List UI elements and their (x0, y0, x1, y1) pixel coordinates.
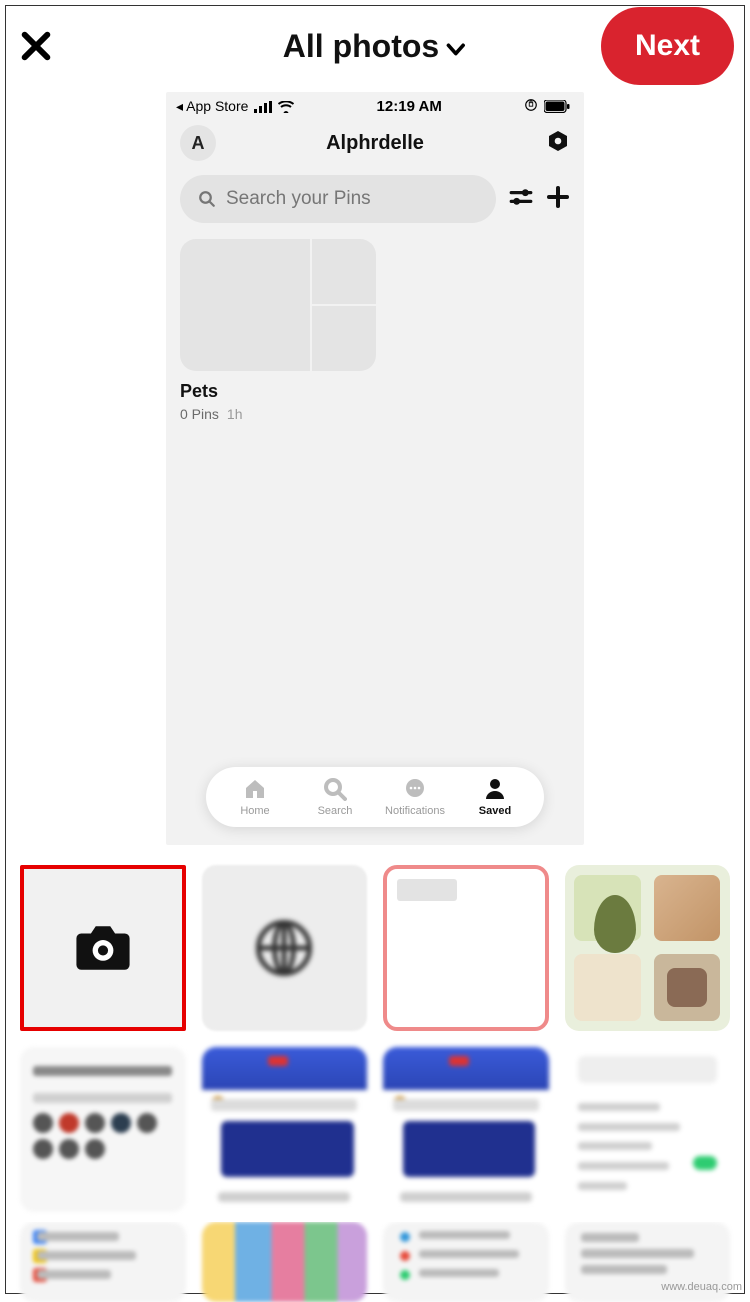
back-to-app: App Store (176, 98, 248, 115)
board-meta: 0 Pins1h (180, 406, 570, 422)
home-icon (243, 777, 267, 801)
bottom-tab-bar: Home Search Notifications Saved (206, 767, 544, 827)
camera-tile[interactable] (20, 865, 186, 1031)
photo-tile[interactable] (202, 1047, 368, 1213)
next-button-label: Next (635, 29, 700, 62)
preview-image: App Store 12:19 AM A Alphrdelle Search y… (166, 92, 584, 845)
watermark: www.deuaq.com (661, 1281, 742, 1293)
board-name: Pets (180, 381, 570, 402)
chevron-down-icon (445, 38, 467, 60)
photo-tile[interactable] (565, 865, 731, 1031)
tab-home: Home (224, 777, 286, 817)
search-placeholder: Search your Pins (226, 188, 371, 210)
photo-tile[interactable] (383, 1222, 549, 1302)
next-button[interactable]: Next (601, 7, 734, 85)
tab-notifications: Notifications (384, 777, 446, 817)
photo-tile[interactable] (202, 1222, 368, 1302)
status-bar: App Store 12:19 AM (166, 92, 584, 119)
search-tab-icon (323, 777, 347, 801)
tab-search: Search (304, 777, 366, 817)
photo-tile[interactable] (383, 1047, 549, 1213)
close-button[interactable] (16, 26, 56, 66)
wifi-icon (278, 101, 294, 113)
close-icon (19, 29, 53, 63)
photo-tile[interactable] (565, 1047, 731, 1213)
battery-icon (544, 100, 570, 113)
filter-button (508, 184, 534, 215)
camera-icon (74, 919, 132, 977)
plus-icon (546, 185, 570, 209)
orientation-lock-icon (524, 98, 538, 115)
tab-saved: Saved (464, 777, 526, 817)
clock: 12:19 AM (377, 98, 442, 115)
photo-tile[interactable] (20, 1222, 186, 1302)
signal-icon (254, 101, 272, 113)
settings-button (546, 129, 570, 158)
add-button (546, 185, 570, 214)
globe-icon (256, 920, 312, 976)
search-input: Search your Pins (180, 175, 496, 223)
website-tile[interactable] (202, 865, 368, 1031)
chat-icon (403, 777, 427, 801)
search-icon (198, 190, 216, 208)
photo-tile[interactable] (383, 865, 549, 1031)
board-card: Pets 0 Pins1h (180, 239, 570, 422)
filter-icon (508, 184, 534, 210)
album-title: All photos (283, 28, 439, 65)
board-cover (180, 239, 376, 371)
album-selector[interactable]: All photos (283, 28, 467, 65)
profile-username: Alphrdelle (326, 132, 424, 155)
settings-hex-icon (546, 129, 570, 153)
avatar: A (180, 125, 216, 161)
person-icon (483, 777, 507, 801)
photo-tile[interactable] (20, 1047, 186, 1213)
